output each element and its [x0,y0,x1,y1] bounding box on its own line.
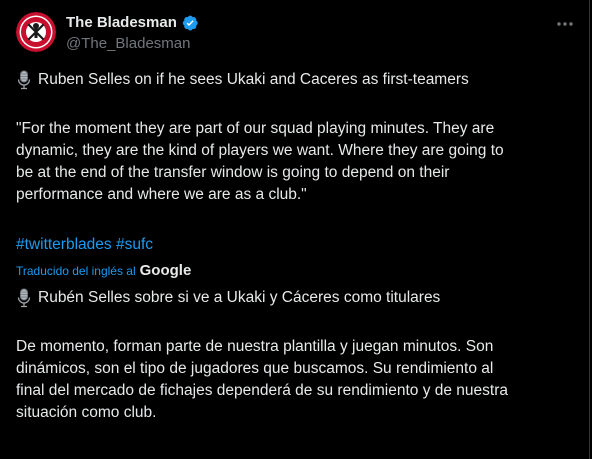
translated-body-line: dinámicos, son el tipo de jugadores que … [16,360,494,377]
translated-headline-line: Rubén Selles sobre si ve a Ukaki y Cácer… [16,287,576,309]
hashtags: #twitterblades #sufc [16,234,153,256]
translated-headline: Rubén Selles sobre si ve a Ukaki y Cácer… [38,289,441,306]
avatar[interactable] [16,12,56,52]
author-handle[interactable]: @The_Bladesman [66,34,190,54]
hashtag-link[interactable]: #twitterblades [16,236,112,253]
tweet-headline-line: Ruben Selles on if he sees Ukaki and Cac… [16,69,576,91]
verified-badge-icon [181,14,199,32]
tweet-quote: "For the moment they are part of our squ… [16,118,576,206]
author-name: The Bladesman [66,14,177,31]
translated-body-line: situación como club. [16,404,157,421]
translated-body-line: De momento, forman parte de nuestra plan… [16,338,494,355]
hashtag-link[interactable]: #sufc [116,236,153,253]
tweet-quote-line: "For the moment they are part of our squ… [16,120,495,137]
tweet-quote-line: dynamic, they are the kind of players we… [16,142,504,159]
more-options-button[interactable] [551,10,579,38]
tweet-card: The Bladesman @The_Bladesman Ruben Selle… [0,0,590,459]
author-name-link[interactable]: The Bladesman [66,13,199,33]
translation-label: Traducido del inglés al [16,264,136,278]
more-dots-icon [557,22,573,26]
microphone-icon [17,288,31,308]
google-logo: Google [139,262,192,279]
microphone-icon [17,70,31,90]
tweet-quote-line: performance and where we are as a club." [16,186,307,203]
translated-body-line: final del mercado de fichajes dependerá … [16,382,509,399]
translated-body: De momento, forman parte de nuestra plan… [16,336,576,424]
translation-attribution[interactable]: Traducido del inglés al Google [16,262,191,280]
sheffield-united-crest-icon [16,12,56,52]
tweet-headline: Ruben Selles on if he sees Ukaki and Cac… [38,71,469,88]
tweet-quote-line: be at the end of the transfer window is … [16,164,450,181]
